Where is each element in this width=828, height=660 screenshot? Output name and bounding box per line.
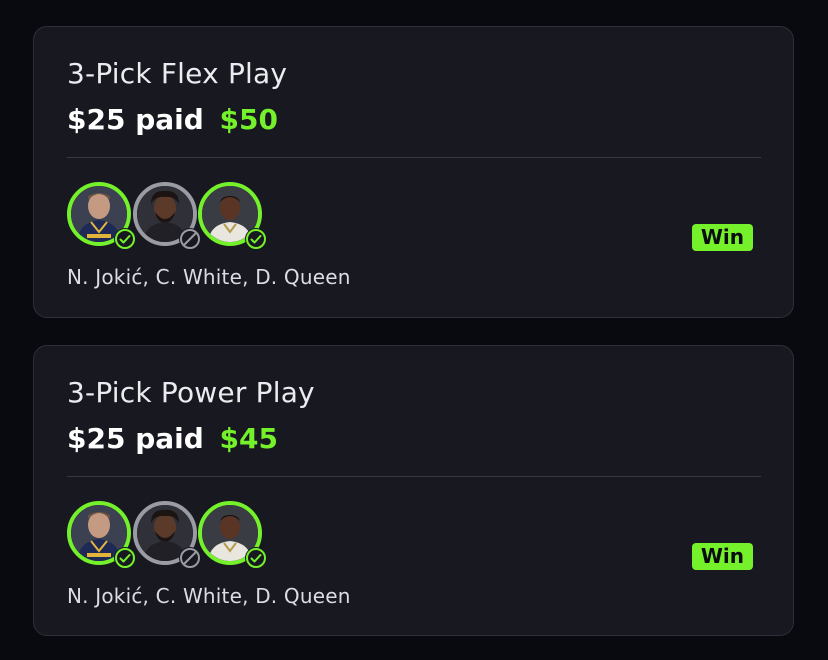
result-badge: Win	[691, 224, 753, 251]
player-names: N. Jokić, C. White, D. Queen	[67, 265, 351, 289]
player-names: N. Jokić, C. White, D. Queen	[67, 584, 351, 608]
divider	[67, 476, 761, 477]
paid-amount: $25 paid	[67, 103, 204, 136]
play-title: 3-Pick Power Play	[67, 376, 315, 409]
won-amount: $45	[219, 422, 278, 455]
entry-card[interactable]: 3-Pick Flex Play $25 paid $50 N. Jokić, …	[33, 26, 794, 318]
check-circle-icon	[114, 547, 136, 569]
check-circle-icon	[245, 547, 267, 569]
payout-line: $25 paid $45	[67, 422, 278, 455]
entries-list: 3-Pick Flex Play $25 paid $50 N. Jokić, …	[0, 0, 828, 660]
result-badge: Win	[691, 543, 753, 570]
player-avatars	[67, 501, 277, 575]
divider	[67, 157, 761, 158]
void-circle-icon	[179, 228, 201, 250]
play-title: 3-Pick Flex Play	[67, 57, 288, 90]
void-circle-icon	[179, 547, 201, 569]
paid-amount: $25 paid	[67, 422, 204, 455]
check-circle-icon	[245, 228, 267, 250]
player-avatars	[67, 182, 277, 256]
won-amount: $50	[219, 103, 278, 136]
payout-line: $25 paid $50	[67, 103, 278, 136]
check-circle-icon	[114, 228, 136, 250]
entry-card[interactable]: 3-Pick Power Play $25 paid $45 N. Jokić,…	[33, 345, 794, 636]
